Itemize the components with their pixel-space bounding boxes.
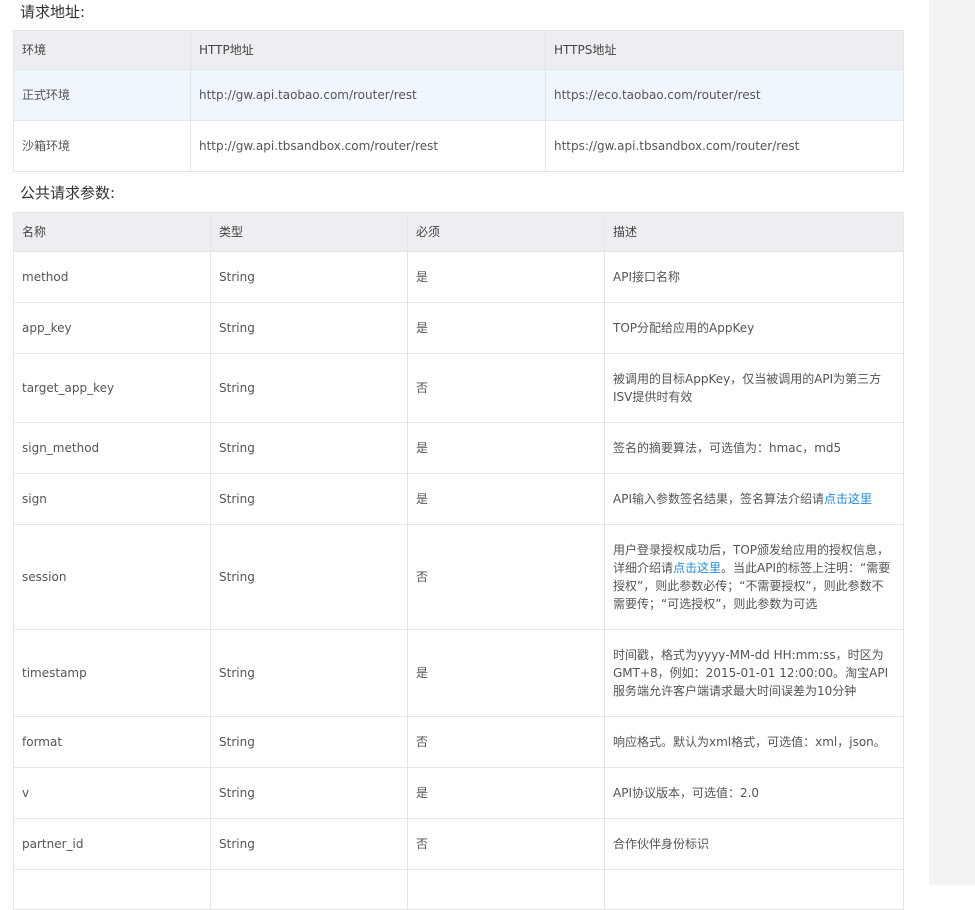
- common-params-title: 公共请求参数:: [20, 184, 116, 202]
- param-desc-cell: 时间戳，格式为yyyy-MM-dd HH:mm:ss，时区为GMT+8，例如：2…: [604, 629, 904, 717]
- param-name-cell: sign: [13, 473, 211, 525]
- table-row: partner_id String 否 合作伙伴身份标识: [13, 818, 904, 870]
- param-name-cell: sign_method: [13, 422, 211, 474]
- table-row: format String 否 响应格式。默认为xml格式，可选值：xml，js…: [13, 716, 904, 768]
- table-row: 沙箱环境 http://gw.api.tbsandbox.com/router/…: [13, 120, 904, 172]
- param-required-cell: 是: [407, 767, 605, 819]
- table-row: session String 否 用户登录授权成功后，TOP颁发给应用的授权信息…: [13, 524, 904, 630]
- param-desc-cell: 合作伙伴身份标识: [604, 818, 904, 870]
- https-url-cell: https://gw.api.tbsandbox.com/router/rest: [545, 120, 904, 172]
- table-row: app_key String 是 TOP分配给应用的AppKey: [13, 302, 904, 354]
- table-row: timestamp String 是 时间戳，格式为yyyy-MM-dd HH:…: [13, 629, 904, 717]
- param-desc-cell: API协议版本，可选值：2.0: [604, 767, 904, 819]
- param-desc-cell: 签名的摘要算法，可选值为：hmac，md5: [604, 422, 904, 474]
- param-desc-cell: API接口名称: [604, 251, 904, 303]
- sign-algorithm-link[interactable]: 点击这里: [824, 492, 872, 506]
- param-required-cell: 否: [407, 716, 605, 768]
- param-required-cell: 是: [407, 251, 605, 303]
- param-type-cell: String: [210, 524, 408, 630]
- https-url-cell: https://eco.taobao.com/router/rest: [545, 69, 904, 121]
- table-row: 正式环境 http://gw.api.taobao.com/router/res…: [13, 69, 904, 121]
- column-header-name: 名称: [13, 212, 211, 252]
- env-cell: 沙箱环境: [13, 120, 191, 172]
- param-type-cell: String: [210, 422, 408, 474]
- session-info-link[interactable]: 点击这里: [673, 561, 721, 575]
- table-row: target_app_key String 否 被调用的目标AppKey，仅当被…: [13, 353, 904, 423]
- env-cell: 正式环境: [13, 69, 191, 121]
- http-url-cell: http://gw.api.taobao.com/router/rest: [190, 69, 546, 121]
- param-desc-cell: [604, 869, 904, 910]
- column-header-description: 描述: [604, 212, 904, 252]
- param-type-cell: String: [210, 818, 408, 870]
- param-required-cell: 是: [407, 422, 605, 474]
- param-type-cell: String: [210, 251, 408, 303]
- table-row: [13, 869, 904, 910]
- param-name-cell: format: [13, 716, 211, 768]
- param-name-cell: v: [13, 767, 211, 819]
- param-desc-cell: TOP分配给应用的AppKey: [604, 302, 904, 354]
- table-header-row: 环境 HTTP地址 HTTPS地址: [13, 30, 904, 70]
- param-desc-cell: 用户登录授权成功后，TOP颁发给应用的授权信息，详细介绍请点击这里。当此API的…: [604, 524, 904, 630]
- param-type-cell: String: [210, 473, 408, 525]
- desc-text: API输入参数签名结果，签名算法介绍请: [613, 492, 824, 506]
- param-type-cell: String: [210, 716, 408, 768]
- param-required-cell: [407, 869, 605, 910]
- param-name-cell: timestamp: [13, 629, 211, 717]
- column-header-http: HTTP地址: [190, 30, 546, 70]
- param-name-cell: method: [13, 251, 211, 303]
- param-desc-cell: 被调用的目标AppKey，仅当被调用的API为第三方ISV提供时有效: [604, 353, 904, 423]
- table-row: method String 是 API接口名称: [13, 251, 904, 303]
- param-desc-cell: API输入参数签名结果，签名算法介绍请点击这里: [604, 473, 904, 525]
- param-required-cell: 否: [407, 524, 605, 630]
- column-header-type: 类型: [210, 212, 408, 252]
- http-url-cell: http://gw.api.tbsandbox.com/router/rest: [190, 120, 546, 172]
- param-type-cell: String: [210, 302, 408, 354]
- param-required-cell: 是: [407, 302, 605, 354]
- param-type-cell: String: [210, 629, 408, 717]
- column-header-required: 必须: [407, 212, 605, 252]
- table-row: sign_method String 是 签名的摘要算法，可选值为：hmac，m…: [13, 422, 904, 474]
- table-header-row: 名称 类型 必须 描述: [13, 212, 904, 252]
- request-address-title: 请求地址:: [20, 3, 86, 21]
- request-address-table: 环境 HTTP地址 HTTPS地址 正式环境 http://gw.api.tao…: [13, 30, 904, 172]
- table-row: sign String 是 API输入参数签名结果，签名算法介绍请点击这里: [13, 473, 904, 525]
- param-required-cell: 是: [407, 473, 605, 525]
- param-type-cell: String: [210, 353, 408, 423]
- right-side-panel: [929, 0, 975, 885]
- param-required-cell: 否: [407, 353, 605, 423]
- param-type-cell: [210, 869, 408, 910]
- param-required-cell: 是: [407, 629, 605, 717]
- param-name-cell: partner_id: [13, 818, 211, 870]
- common-params-table: 名称 类型 必须 描述 method String 是 API接口名称 app_…: [13, 212, 904, 910]
- param-desc-cell: 响应格式。默认为xml格式，可选值：xml，json。: [604, 716, 904, 768]
- param-required-cell: 否: [407, 818, 605, 870]
- param-name-cell: app_key: [13, 302, 211, 354]
- column-header-env: 环境: [13, 30, 191, 70]
- param-type-cell: String: [210, 767, 408, 819]
- param-name-cell: session: [13, 524, 211, 630]
- table-row: v String 是 API协议版本，可选值：2.0: [13, 767, 904, 819]
- param-name-cell: [13, 869, 211, 910]
- param-name-cell: target_app_key: [13, 353, 211, 423]
- column-header-https: HTTPS地址: [545, 30, 904, 70]
